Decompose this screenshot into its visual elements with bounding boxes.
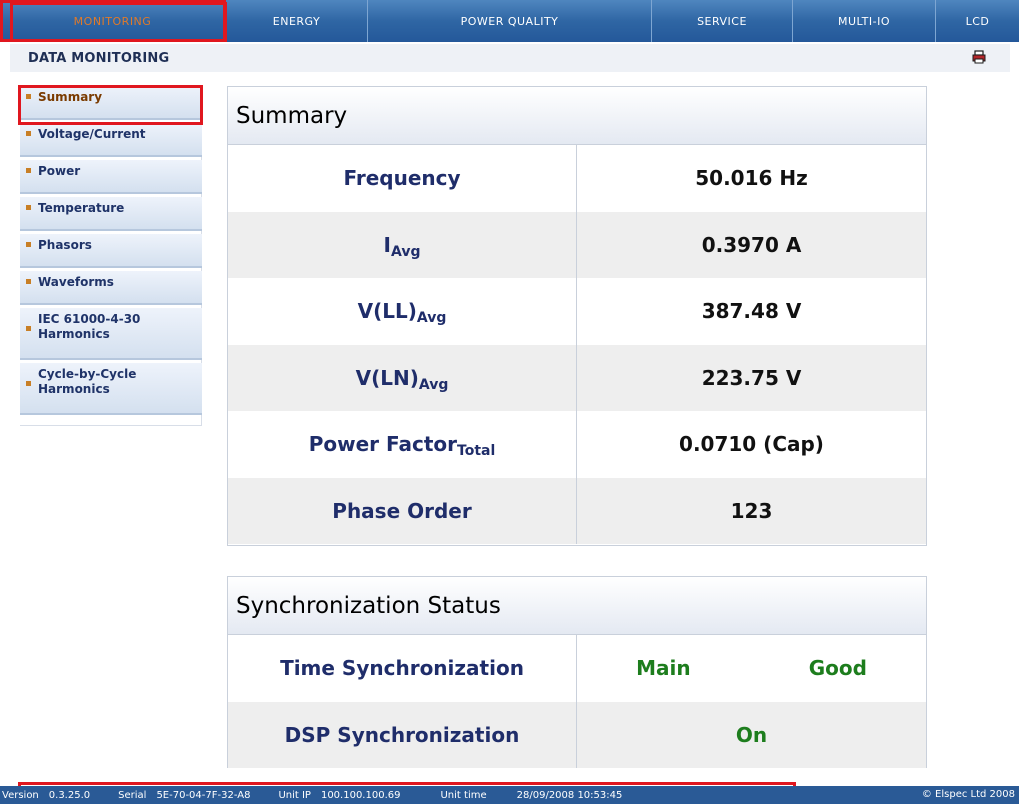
table-row: DSP Synchronization On — [228, 701, 926, 768]
value-cell: 123 — [730, 498, 773, 523]
bullet-icon — [26, 326, 31, 331]
tab-power-quality[interactable]: POWER QUALITY — [368, 0, 652, 42]
sidebar-item-label: Power — [38, 164, 81, 178]
table-row: I Avg 0.3970 A — [228, 211, 926, 278]
tab-lcd[interactable]: LCD — [936, 0, 1019, 42]
time-value: 28/09/2008 10:53:45 — [516, 789, 623, 801]
row-label: Phase Order — [332, 498, 472, 523]
table-row: Phase Order 123 — [228, 477, 926, 544]
serial-value: 5E-70-04-7F-32-A8 — [156, 789, 251, 801]
sync-panel-header: Synchronization Status — [228, 577, 926, 635]
label-cell: Time Synchronization — [228, 635, 577, 702]
sidebar-item-label: IEC 61000-4-30 Harmonics — [38, 312, 141, 341]
row-label: Power Factor — [308, 432, 458, 457]
bullet-icon — [26, 242, 31, 247]
label-cell: I Avg — [228, 211, 577, 278]
bullet-icon — [26, 205, 31, 210]
table-row: V(LL) Avg 387.48 V — [228, 278, 926, 345]
row-label: I — [383, 232, 391, 257]
top-nav: MONITORING ENERGY POWER QUALITY SERVICE … — [0, 0, 1019, 42]
sidebar-item-summary[interactable]: Summary — [20, 86, 202, 120]
bullet-icon — [26, 94, 31, 99]
sidebar-item-temperature[interactable]: Temperature — [20, 197, 202, 231]
page-title: DATA MONITORING — [28, 50, 170, 66]
bullet-icon — [26, 381, 31, 386]
time-label: Unit time — [440, 789, 487, 801]
version-label: Version — [2, 789, 39, 801]
sidebar-item-iec-harmonics[interactable]: IEC 61000-4-30 Harmonics — [20, 308, 202, 360]
summary-title: Summary — [236, 102, 348, 129]
value-cell: Main Good — [577, 635, 926, 702]
status-bar: Version 0.3.25.0 Serial 5E-70-04-7F-32-A… — [0, 786, 1019, 804]
sidebar-item-waveforms[interactable]: Waveforms — [20, 271, 202, 305]
bullet-icon — [26, 168, 31, 173]
label-cell: Frequency — [228, 145, 577, 212]
sidebar-item-label: Cycle-by-Cycle Harmonics — [38, 367, 137, 396]
ip-value: 100.100.100.69 — [320, 789, 401, 801]
sidebar-item-label: Phasors — [38, 238, 92, 252]
bullet-icon — [26, 131, 31, 136]
value-cell: 0.3970 A — [701, 232, 802, 257]
label-cell: V(LL) Avg — [228, 278, 577, 345]
value-cell: On — [735, 722, 768, 747]
bullet-icon — [26, 279, 31, 284]
row-label: V(LN) — [355, 365, 419, 390]
value-cell: 387.48 V — [701, 299, 802, 324]
summary-panel: Summary Frequency 50.016 Hz I Avg 0.3970 … — [227, 86, 927, 546]
sync-panel: Synchronization Status Time Synchronizat… — [227, 576, 927, 768]
sync-title: Synchronization Status — [236, 592, 501, 619]
sidebar-item-voltage-current[interactable]: Voltage/Current — [20, 123, 202, 157]
sidebar: Summary Voltage/Current Power Temperatur… — [20, 86, 202, 418]
summary-panel-header: Summary — [228, 87, 926, 145]
value-cell: 223.75 V — [701, 365, 802, 390]
sidebar-item-label: Temperature — [38, 201, 125, 215]
value-cell: 0.0710 (Cap) — [679, 432, 824, 457]
app-root: MONITORING ENERGY POWER QUALITY SERVICE … — [0, 0, 1019, 804]
table-row: V(LN) Avg 223.75 V — [228, 344, 926, 411]
sidebar-item-cycle-harmonics[interactable]: Cycle-by-Cycle Harmonics — [20, 363, 202, 415]
time-sync-status: Good — [808, 656, 867, 681]
tab-multi-io[interactable]: MULTI-IO — [793, 0, 936, 42]
row-label: Frequency — [343, 166, 461, 191]
sidebar-item-label: Voltage/Current — [38, 127, 146, 141]
table-row: Time Synchronization Main Good — [228, 635, 926, 702]
tab-monitoring[interactable]: MONITORING — [0, 0, 226, 42]
page-header: DATA MONITORING — [10, 44, 1010, 72]
label-cell: Power Factor Total — [228, 411, 577, 478]
row-label-subscript: Total — [457, 443, 496, 460]
sidebar-item-label: Summary — [38, 90, 103, 104]
value-cell: 50.016 Hz — [695, 166, 808, 191]
row-label-subscript: Avg — [390, 243, 421, 260]
row-label: V(LL) — [357, 299, 417, 324]
sidebar-item-label: Waveforms — [38, 275, 114, 289]
sidebar-item-power[interactable]: Power — [20, 160, 202, 194]
row-label-subscript: Avg — [416, 310, 447, 327]
label-cell: DSP Synchronization — [228, 701, 577, 768]
tab-energy[interactable]: ENERGY — [226, 0, 368, 42]
tab-service[interactable]: SERVICE — [652, 0, 793, 42]
ip-label: Unit IP — [278, 789, 311, 801]
serial-label: Serial — [118, 789, 147, 801]
copyright-text: © Elspec Ltd 2008 — [921, 789, 1015, 800]
label-cell: Phase Order — [228, 477, 577, 544]
sidebar-item-phasors[interactable]: Phasors — [20, 234, 202, 268]
version-value: 0.3.25.0 — [48, 789, 91, 801]
label-cell: V(LN) Avg — [228, 344, 577, 411]
printer-icon[interactable] — [972, 50, 986, 64]
time-sync-source: Main — [636, 656, 691, 681]
row-label-subscript: Avg — [418, 376, 449, 393]
table-row: Frequency 50.016 Hz — [228, 145, 926, 212]
table-row: Power Factor Total 0.0710 (Cap) — [228, 411, 926, 478]
